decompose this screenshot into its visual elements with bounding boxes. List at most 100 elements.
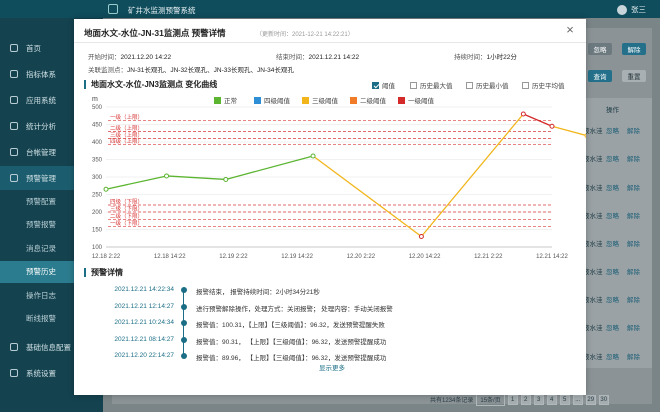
timeline-text: 报警值：89.96， 【上限】【三级阈值】：96.32，发送预警提醒成功 — [196, 355, 387, 362]
page-button[interactable]: 30 — [598, 394, 609, 405]
threshold-label: 四级（上限） — [110, 137, 143, 145]
home-icon — [10, 44, 18, 52]
data-point — [520, 111, 526, 117]
row-ignore-link[interactable]: 忽略 — [606, 153, 619, 163]
data-point — [549, 123, 555, 129]
data-point — [418, 234, 424, 239]
config-icon — [10, 343, 18, 351]
x-tick-label: 12.21 14:22 — [536, 254, 568, 260]
threshold-label: 二级（下限） — [110, 212, 143, 220]
page-button[interactable]: 5 — [559, 394, 570, 405]
chart-icon — [10, 122, 18, 130]
y-tick-label: 500 — [92, 105, 103, 111]
warning-icon — [10, 174, 18, 182]
y-tick-label: 250 — [92, 193, 103, 199]
row-ignore-link[interactable]: 忽略 — [606, 266, 619, 276]
threshold-label: 三级（下限） — [110, 205, 143, 213]
query-button[interactable]: 查询 — [588, 70, 612, 82]
row-ignore-link[interactable]: 忽略 — [606, 322, 619, 332]
page-button[interactable]: 2 — [520, 394, 531, 405]
water-level-chart: m 100 150 200 250 300 350 400 450 500 12.18 2:22 12… — [92, 96, 586, 260]
series-segment — [551, 125, 586, 137]
page-button[interactable]: 4 — [546, 394, 557, 405]
data-point — [223, 176, 229, 182]
detail-section-title: 预警详情 — [84, 268, 123, 277]
sidebar-item-label: 预警管理 — [26, 173, 56, 183]
sidebar-item-label: 基础信息配置 — [26, 342, 71, 352]
timeline-time: 2021.12.21 10:24:34 — [114, 319, 174, 326]
y-tick-label: 450 — [92, 123, 103, 129]
y-tick-label: 150 — [92, 228, 103, 234]
row-release-link[interactable]: 解除 — [627, 182, 640, 192]
app-title: 矿井水监测预警系统 — [128, 6, 196, 15]
timeline-dot-icon — [181, 353, 187, 359]
x-tick-label: 12.21 2:22 — [474, 254, 503, 260]
series-segment — [166, 175, 226, 181]
row-release-link[interactable]: 解除 — [627, 125, 640, 135]
row-ignore-link[interactable]: 忽略 — [606, 238, 619, 248]
data-point — [584, 133, 586, 138]
row-ignore-link[interactable]: 忽略 — [606, 125, 619, 135]
row-ignore-link[interactable]: 忽略 — [606, 182, 619, 192]
timeline-item: 2021.12.21 14:22:34 报警结束， 报警持续时间：2小时34分21… — [74, 282, 586, 298]
reset-button[interactable]: 重置 — [622, 70, 646, 82]
avatar — [617, 4, 627, 15]
timeline-item: 2021.12.21 12:14:27 进行预警解除操作，处理方式：关闭报警； 处… — [74, 299, 586, 315]
x-tick-label: 12.18 2:22 — [92, 254, 121, 260]
y-tick-label: 350 — [92, 158, 103, 164]
app-logo-icon — [108, 4, 118, 14]
timeline-time: 2021.12.20 22:14:27 — [114, 352, 174, 359]
row-release-link[interactable]: 解除 — [627, 266, 640, 276]
alert-detail-modal: 地面水文-水位-JN-31监测点 预警详情 （更新时间：2021-12-21 1… — [74, 19, 586, 395]
data-point — [310, 153, 316, 159]
threshold-label: 一级（下限） — [110, 219, 143, 227]
row-release-link[interactable]: 解除 — [627, 351, 640, 361]
row-release-link[interactable]: 解除 — [627, 238, 640, 248]
x-tick-label: 12.19 2:22 — [219, 254, 248, 260]
column-header-actions: 操作 — [606, 107, 619, 114]
timeline-time: 2021.12.21 14:22:34 — [114, 286, 174, 293]
timeline-dot-icon — [181, 336, 187, 343]
row-release-link[interactable]: 解除 — [627, 153, 640, 163]
user-menu[interactable]: 张三 — [617, 4, 646, 15]
y-axis-label: m — [92, 96, 98, 103]
threshold-label: 三级（上限） — [110, 131, 143, 139]
release-button-bg[interactable]: 解除 — [622, 43, 646, 55]
row-release-link[interactable]: 解除 — [627, 210, 640, 220]
pager-summary: 共有1234条记录 — [430, 398, 474, 404]
sidebar-item-label: 统计分析 — [26, 121, 56, 131]
ignore-button-bg[interactable]: 忽略 — [588, 43, 612, 55]
page-button[interactable]: 1 — [507, 394, 518, 405]
row-ignore-link[interactable]: 忽略 — [606, 210, 619, 220]
timeline-dot-icon — [181, 287, 187, 293]
timeline-dot-icon — [181, 303, 187, 310]
series-segment — [312, 155, 422, 238]
timeline-item: 2021.12.21 10:24:34 报警值：100.31，【上限】【三级阈值】… — [74, 315, 586, 331]
user-name: 张三 — [631, 5, 646, 14]
page-button[interactable]: 3 — [533, 394, 544, 405]
row-release-link[interactable]: 解除 — [627, 322, 640, 332]
page-button[interactable]: 29 — [585, 394, 596, 405]
data-point — [103, 186, 109, 192]
threshold-label: 二级（上限） — [110, 124, 143, 132]
y-tick-label: 300 — [92, 175, 103, 181]
timeline-text: 进行预警解除操作，处理方式：关闭报警； 处理内容：手动关闭报警 — [196, 305, 393, 313]
timeline-time: 2021.12.21 08:14:27 — [114, 335, 174, 343]
sidebar-item-label: 台帐管理 — [26, 147, 56, 157]
row-ignore-link[interactable]: 忽略 — [606, 351, 619, 361]
y-tick-label: 400 — [92, 140, 103, 146]
timeline-text: 报警值：100.31，【上限】【三级阈值】：96.32，发送预警提醒失败 — [196, 322, 385, 329]
threshold-label: 一级（上限） — [110, 113, 143, 121]
app-icon — [10, 96, 18, 104]
x-tick-label: 12.19 14:22 — [281, 254, 313, 260]
show-more-link[interactable]: 显示更多 — [319, 362, 345, 372]
row-ignore-link[interactable]: 忽略 — [606, 294, 619, 304]
page-button[interactable]: ... — [572, 394, 583, 405]
y-tick-label: 100 — [92, 245, 103, 251]
x-tick-label: 12.20 14:22 — [409, 254, 441, 260]
row-release-link[interactable]: 解除 — [627, 294, 640, 304]
data-point — [164, 173, 170, 179]
timeline-text: 报警值：90.31， 【上限】【三级阈值】：96.32，发送预警提醒成功 — [196, 338, 387, 346]
x-tick-label: 12.18 14:22 — [154, 254, 186, 260]
y-tick-label: 200 — [92, 210, 103, 216]
